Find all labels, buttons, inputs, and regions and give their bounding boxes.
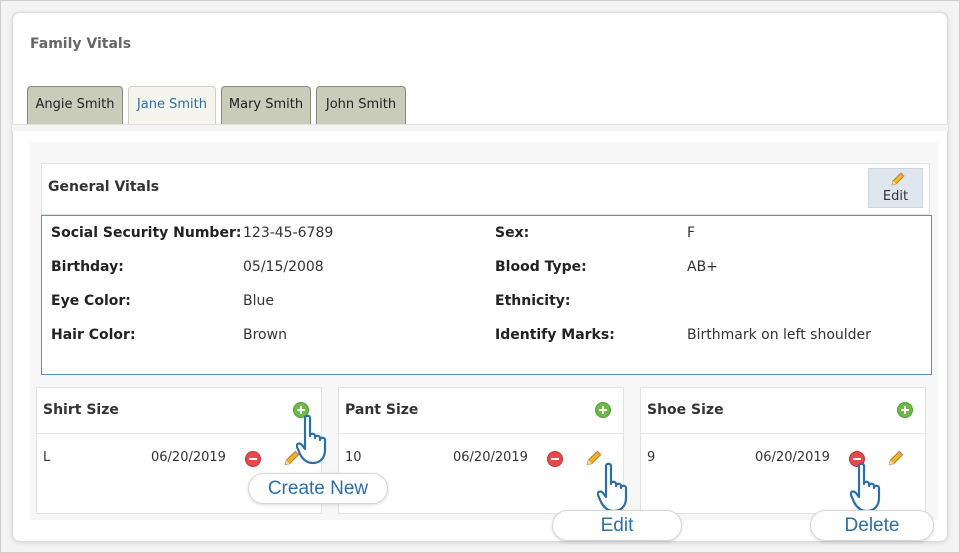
tab-jane-smith[interactable]: Jane Smith (128, 86, 216, 125)
minus-circle-icon[interactable] (547, 451, 563, 467)
tab-mary-smith[interactable]: Mary Smith (221, 86, 311, 124)
edit-vitals-button[interactable]: Edit (868, 168, 923, 208)
general-vitals-title: General Vitals (48, 179, 160, 195)
edit-callout: Edit (552, 510, 682, 541)
size-date: 06/20/2019 (453, 450, 528, 465)
edit-vitals-label: Edit (882, 189, 909, 204)
card-title: Pant Size (345, 402, 419, 418)
card-header: Pant Size (339, 388, 623, 434)
sex-value: F (687, 225, 696, 241)
pointing-hand-icon (296, 414, 327, 465)
ssn-value: 123-45-6789 (243, 225, 334, 241)
plus-circle-icon[interactable] (897, 402, 913, 418)
plus-circle-icon[interactable] (595, 402, 611, 418)
identify-marks-value: Birthmark on left shoulder (687, 327, 871, 343)
general-vitals-header (41, 163, 930, 215)
ethnicity-label: Ethnicity: (495, 293, 571, 309)
panel-title: Family Vitals (30, 36, 132, 52)
pointing-hand-icon (597, 462, 628, 513)
blood-type-value: AB+ (687, 259, 718, 275)
minus-circle-icon[interactable] (245, 451, 261, 467)
tab-angie-smith[interactable]: Angie Smith (27, 86, 123, 124)
pencil-icon (891, 172, 905, 186)
size-value: 10 (345, 450, 362, 465)
birthday-label: Birthday: (51, 259, 124, 275)
blood-type-label: Blood Type: (495, 259, 587, 275)
eye-color-label: Eye Color: (51, 293, 131, 309)
hair-color-label: Hair Color: (51, 327, 136, 343)
size-date: 06/20/2019 (151, 450, 226, 465)
identify-marks-label: Identify Marks: (495, 327, 615, 343)
size-value: L (43, 450, 51, 465)
size-value: 9 (647, 450, 656, 465)
size-date: 06/20/2019 (755, 450, 830, 465)
tab-john-smith[interactable]: John Smith (316, 86, 406, 124)
ssn-label: Social Security Number: (51, 225, 242, 241)
card-title: Shoe Size (647, 402, 724, 418)
card-header: Shoe Size (641, 388, 925, 434)
hair-color-value: Brown (243, 327, 287, 343)
sex-label: Sex: (495, 225, 530, 241)
tab-divider (12, 124, 948, 131)
create-new-callout: Create New (248, 473, 388, 504)
pointing-hand-icon (850, 462, 881, 513)
card-header: Shirt Size (37, 388, 321, 434)
card-title: Shirt Size (43, 402, 119, 418)
eye-color-value: Blue (243, 293, 274, 309)
delete-callout: Delete (810, 510, 934, 541)
birthday-value: 05/15/2008 (243, 259, 324, 275)
